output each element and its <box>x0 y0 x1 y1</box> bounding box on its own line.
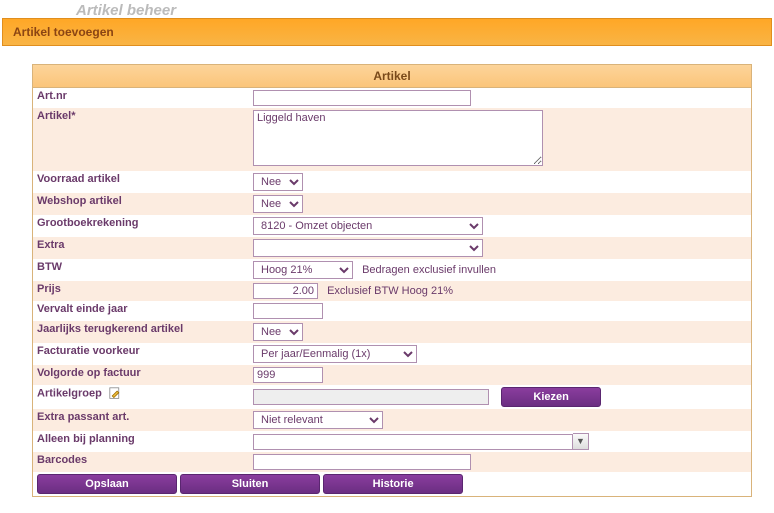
label-artnr: Art.nr <box>33 88 249 108</box>
label-btw: BTW <box>33 259 249 281</box>
historie-button[interactable]: Historie <box>323 474 463 494</box>
grootboek-select[interactable]: 8120 - Omzet objecten <box>253 217 483 235</box>
btw-select[interactable]: Hoog 21% <box>253 261 353 279</box>
jaarlijks-select[interactable]: Nee <box>253 323 303 341</box>
artikelgroep-display <box>253 389 489 405</box>
label-vervalt: Vervalt einde jaar <box>33 301 249 321</box>
label-grootboek: Grootboekrekening <box>33 215 249 237</box>
chevron-down-icon[interactable]: ▼ <box>573 433 589 450</box>
label-webshop: Webshop artikel <box>33 193 249 215</box>
label-extra: Extra <box>33 237 249 259</box>
label-barcodes: Barcodes <box>33 452 249 472</box>
artikelgroep-label-text: Artikelgroep <box>37 387 102 399</box>
label-volgorde: Volgorde op factuur <box>33 365 249 385</box>
label-extrapassant: Extra passant art. <box>33 409 249 431</box>
artnr-input[interactable] <box>253 90 471 106</box>
voorraad-select[interactable]: Nee <box>253 173 303 191</box>
label-voorraad: Voorraad artikel <box>33 171 249 193</box>
dialog-title: Artikel toevoegen <box>2 18 772 46</box>
artikel-panel: Artikel Art.nr Artikel* Liggeld haven Vo… <box>32 64 752 497</box>
factvoorkeur-select[interactable]: Per jaar/Eenmalig (1x) <box>253 345 417 363</box>
panel-header: Artikel <box>33 65 751 88</box>
vervalt-input[interactable] <box>253 303 323 319</box>
extrapassant-select[interactable]: Niet relevant <box>253 411 383 429</box>
label-factvoorkeur: Facturatie voorkeur <box>33 343 249 365</box>
form-table: Art.nr Artikel* Liggeld haven Voorraad a… <box>33 88 751 496</box>
alleenplanning-input[interactable] <box>253 434 573 450</box>
kiezen-button[interactable]: Kiezen <box>501 387 601 407</box>
opslaan-button[interactable]: Opslaan <box>37 474 177 494</box>
background-page-title: Artikel beheer <box>0 0 774 18</box>
volgorde-input[interactable] <box>253 367 323 383</box>
artikel-textarea[interactable]: Liggeld haven <box>253 110 543 166</box>
label-artikel: Artikel* <box>33 108 249 171</box>
label-artikelgroep: Artikelgroep <box>33 385 249 409</box>
webshop-select[interactable]: Nee <box>253 195 303 213</box>
btw-hint: Bedragen exclusief invullen <box>362 264 496 276</box>
sluiten-button[interactable]: Sluiten <box>180 474 320 494</box>
edit-icon[interactable] <box>109 387 122 400</box>
barcodes-input[interactable] <box>253 454 471 470</box>
prijs-hint: Exclusief BTW Hoog 21% <box>327 285 453 297</box>
prijs-input[interactable] <box>253 283 318 299</box>
label-alleenplanning: Alleen bij planning <box>33 431 249 452</box>
label-prijs: Prijs <box>33 281 249 301</box>
label-jaarlijks: Jaarlijks terugkerend artikel <box>33 321 249 343</box>
extra-select[interactable] <box>253 239 483 257</box>
